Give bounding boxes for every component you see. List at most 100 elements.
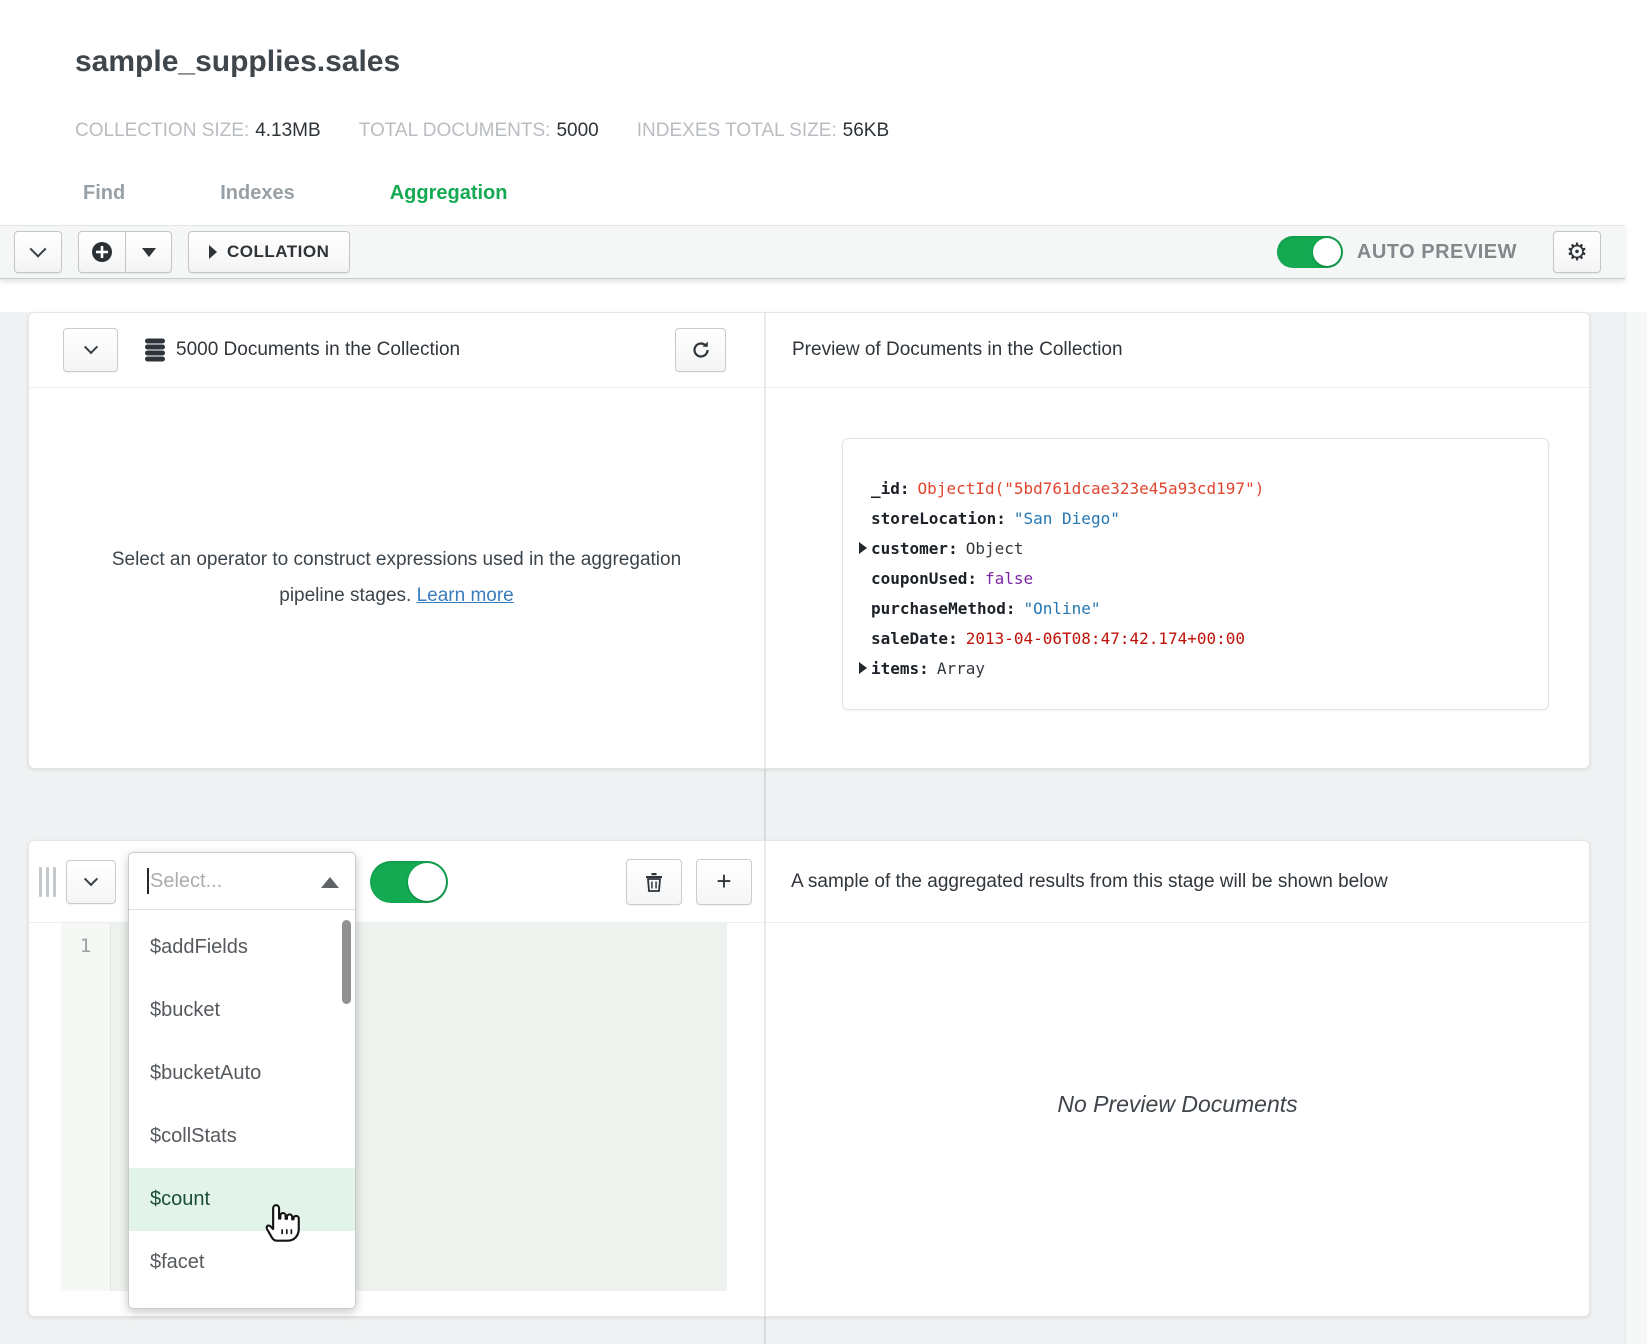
refresh-icon [691,340,711,360]
line-number: 1 [80,935,91,957]
collection-tabs: Find Indexes Aggregation [0,182,1647,225]
add-stage-button[interactable] [78,231,126,273]
operator-option-facet[interactable]: $facet [129,1231,355,1294]
trash-icon [645,872,663,892]
editor-gutter: 1 [61,923,111,1291]
refresh-button[interactable] [675,328,726,372]
caret-up-icon[interactable] [321,877,339,888]
document-field-row: purchaseMethod "Online" [855,593,1528,623]
pipeline-menu-button[interactable] [14,231,62,273]
stat-indexes-total-size: INDEXES TOTAL SIZE: 56KB [637,120,889,142]
stage-preview-header: A sample of the aggregated results from … [766,841,1589,923]
gear-icon: ⚙ [1566,238,1588,266]
collection-input-stage: 5000 Documents in the Collection Select … [28,312,1590,769]
hand-cursor-icon [263,1198,303,1244]
collapse-stage-button[interactable] [63,328,118,372]
collection-preview-title: Preview of Documents in the Collection [792,339,1123,361]
operator-option-addfields[interactable]: $addFields [129,916,355,979]
document-field-row: saleDate 2013-04-06T08:47:42.174+00:00 [855,623,1528,653]
add-stage-after-button[interactable]: + [696,859,752,905]
chevron-down-icon [84,872,98,886]
stage-preview-pane: A sample of the aggregated results from … [766,841,1589,1316]
drag-handle-icon[interactable] [39,867,56,897]
stat-label: COLLECTION SIZE: [75,120,249,141]
expand-caret-icon[interactable] [855,542,871,554]
operator-option-bucket[interactable]: $bucket [129,979,355,1042]
field-value: 2013-04-06T08:47:42.174+00:00 [966,629,1245,648]
field-value: ObjectId("5bd761dcae323e45a93cd197") [918,479,1265,498]
collation-label: COLLATION [227,242,329,262]
select-placeholder: Select... [150,870,222,893]
right-gutter [1625,312,1647,1344]
stat-value: 5000 [556,120,598,141]
plus-circle-icon [91,241,113,263]
stat-label: INDEXES TOTAL SIZE: [637,120,837,141]
chevron-down-icon [30,241,47,258]
toggle-knob [1313,238,1341,266]
empty-preview-area: No Preview Documents [766,923,1589,1316]
stat-label: TOTAL DOCUMENTS: [359,120,551,141]
field-key: items [871,659,929,678]
tab-find[interactable]: Find [83,182,125,225]
aggregation-builder-page: sample_supplies.sales COLLECTION SIZE: 4.… [0,0,1647,1344]
field-key: purchaseMethod [871,599,1016,618]
delete-stage-button[interactable] [626,859,682,905]
database-icon [144,338,166,362]
field-key: customer [871,539,958,558]
operator-option-collstats[interactable]: $collStats [129,1105,355,1168]
pipeline-toolbar: COLLATION AUTO PREVIEW ⚙ [0,225,1625,279]
text-cursor [147,868,149,894]
collapse-stage-button[interactable] [66,860,116,904]
document-preview-card: _id ObjectId("5bd761dcae323e45a93cd197")… [842,438,1549,710]
field-value: Object [966,539,1024,558]
field-key: saleDate [871,629,958,648]
operator-option-count[interactable]: $count [129,1168,355,1231]
settings-button[interactable]: ⚙ [1553,231,1601,273]
chevron-down-icon [83,340,97,354]
document-field-row: customer Object [855,533,1528,563]
collation-button[interactable]: COLLATION [188,231,350,273]
caret-down-icon [142,248,156,257]
collection-preview-pane: Preview of Documents in the Collection _… [766,313,1589,768]
stat-value: 4.13MB [255,120,320,141]
field-value: Array [937,659,985,678]
add-stage-split-button [78,231,172,273]
stage-preview-message: A sample of the aggregated results from … [791,871,1388,893]
auto-preview-toggle[interactable] [1277,236,1343,268]
operator-search-input[interactable]: Select... [129,853,355,910]
stat-value: 56KB [843,120,889,141]
tab-indexes[interactable]: Indexes [220,182,294,225]
field-value: "Online" [1024,599,1101,618]
operator-option-bucketauto[interactable]: $bucketAuto [129,1042,355,1105]
document-field-row: storeLocation "San Diego" [855,503,1528,533]
collection-preview-header: Preview of Documents in the Collection [766,313,1589,388]
popup-scrollbar-thumb[interactable] [342,920,351,1004]
stat-total-documents: TOTAL DOCUMENTS:5000 [359,120,599,142]
page-title: sample_supplies.sales [75,44,1647,80]
plus-icon: + [716,866,731,897]
stat-collection-size: COLLECTION SIZE: 4.13MB [75,120,321,142]
collection-stats: COLLECTION SIZE:4.13MB TOTAL DOCUMENTS:5… [75,120,1647,142]
operator-select-popup: Select... $addFields $bucket $bucketAuto… [128,852,356,1309]
toggle-knob [408,863,446,901]
no-preview-label: No Preview Documents [1057,1091,1297,1316]
document-field-row: items Array [855,653,1528,683]
operator-list: $addFields $bucket $bucketAuto $collStat… [129,910,355,1308]
field-key: storeLocation [871,509,1006,528]
auto-preview-label: AUTO PREVIEW [1357,241,1517,264]
caret-right-icon [209,245,217,259]
operator-help-text: Select an operator to construct expressi… [112,549,681,606]
collection-input-title: 5000 Documents in the Collection [176,339,460,361]
tab-aggregation[interactable]: Aggregation [390,182,508,225]
add-stage-caret-button[interactable] [126,231,172,273]
stage-enabled-toggle[interactable] [370,861,448,903]
collection-input-header: 5000 Documents in the Collection [29,313,764,388]
field-key: couponUsed [871,569,977,588]
field-value: "San Diego" [1014,509,1120,528]
expand-caret-icon[interactable] [855,662,871,674]
document-field-row: couponUsed false [855,563,1528,593]
operator-help-message: Select an operator to construct expressi… [29,388,764,768]
learn-more-link[interactable]: Learn more [417,585,514,606]
collection-input-editor-pane: 5000 Documents in the Collection Select … [29,313,766,768]
document-field-row: _id ObjectId("5bd761dcae323e45a93cd197") [855,473,1528,503]
